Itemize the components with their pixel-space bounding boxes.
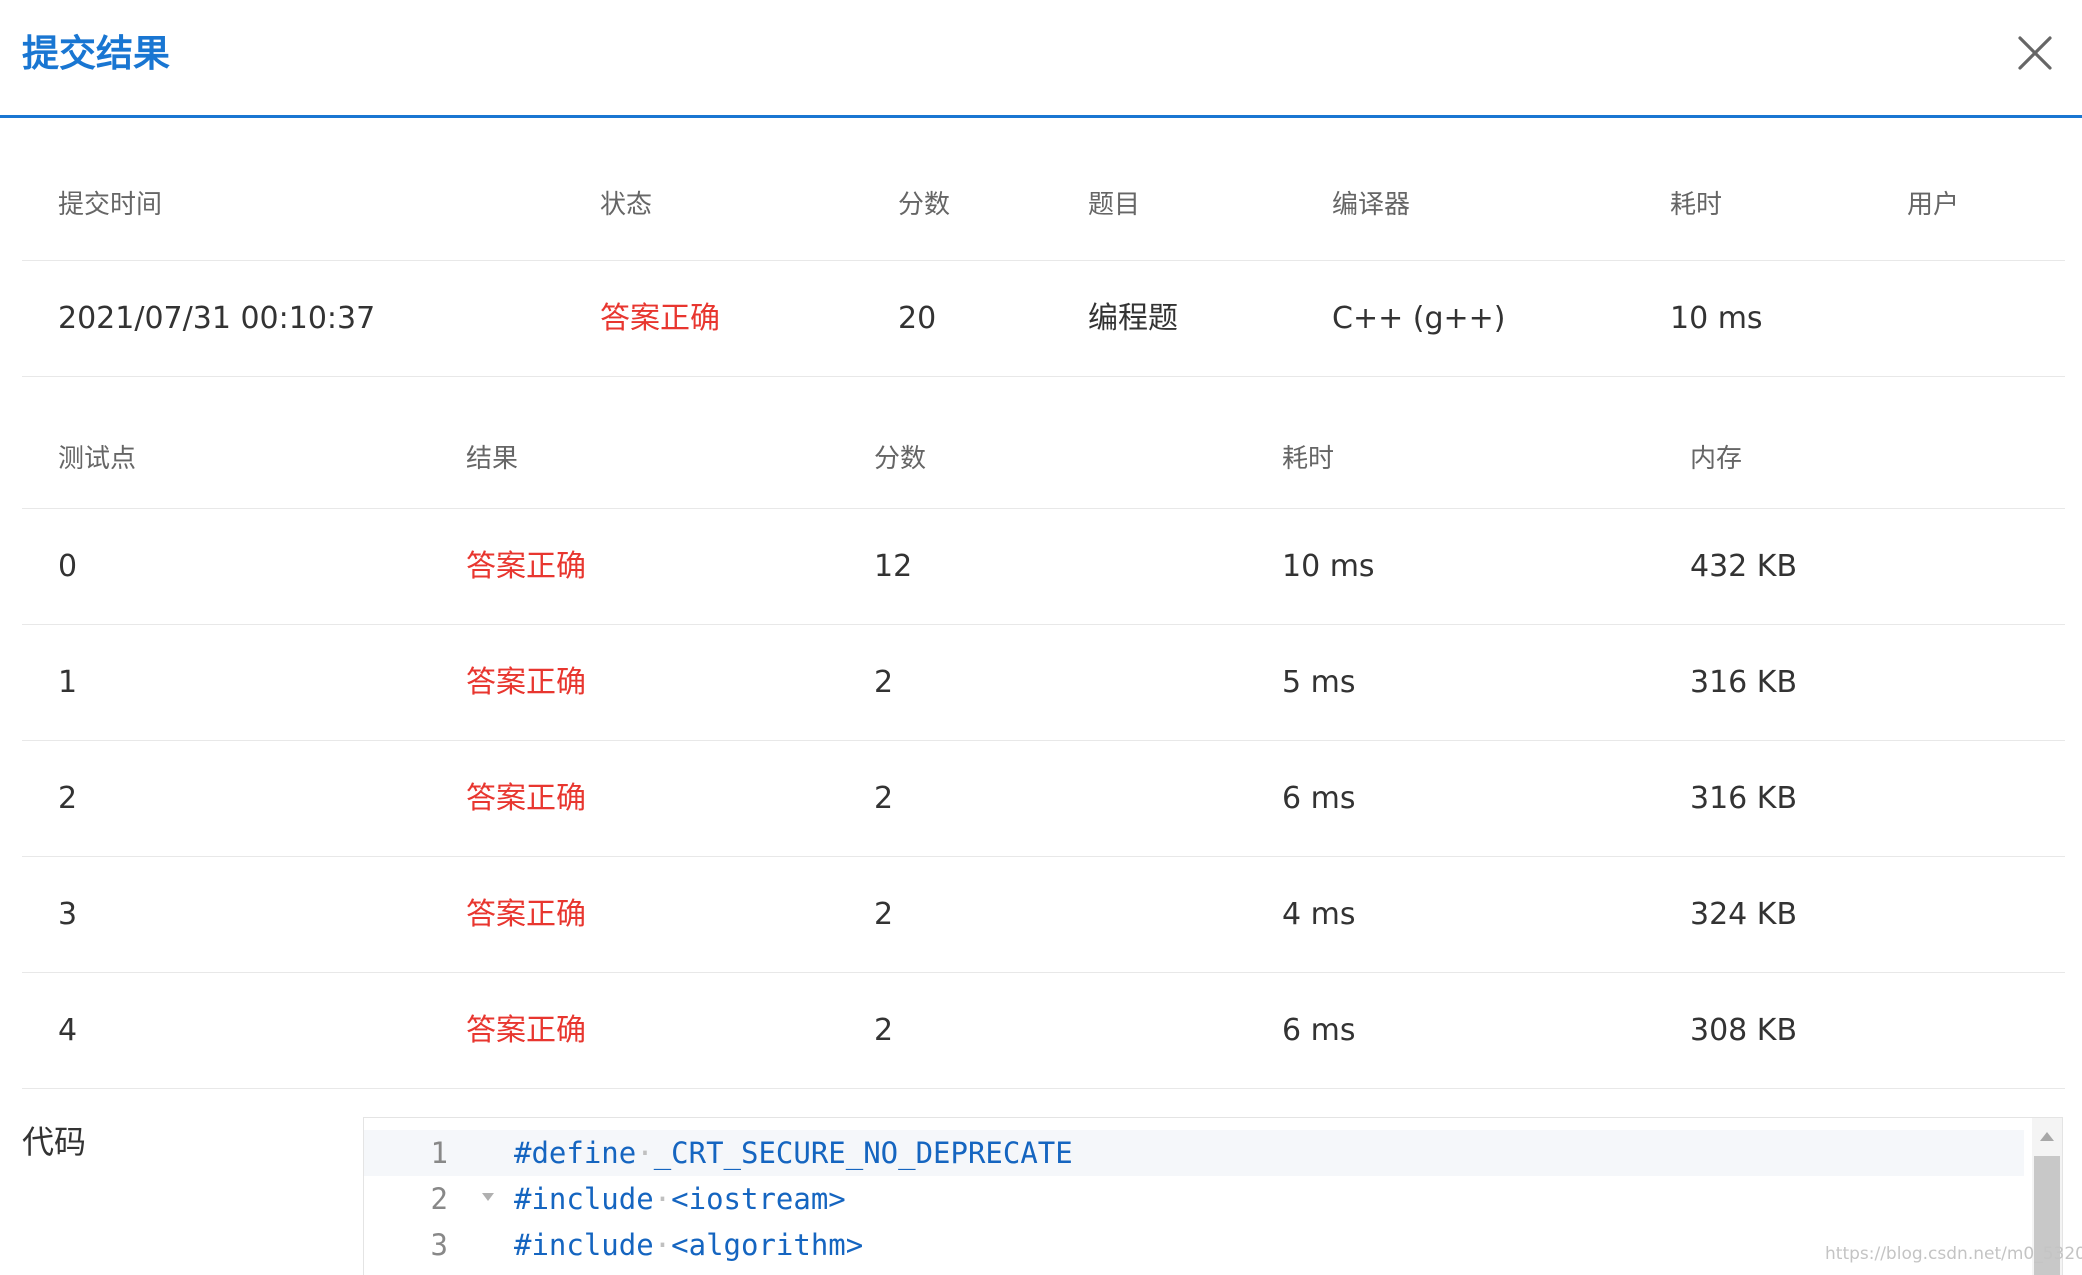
table-row: 1 答案正确 2 5 ms 316 KB [22, 625, 2065, 741]
test-score: 2 [874, 1013, 894, 1048]
code-line[interactable]: 2 #include·<iostream> [364, 1176, 2024, 1222]
line-number: 1 [430, 1136, 448, 1170]
code-rest: _CRT_SECURE_NO_DEPRECATE [653, 1136, 1073, 1170]
table-row: 0 答案正确 12 10 ms 432 KB [22, 509, 2065, 625]
test-result: 答案正确 [466, 897, 586, 932]
compiler: C++ (g++) [1332, 301, 1506, 336]
tests-header-row: 测试点 结果 分数 耗时 内存 [22, 377, 2065, 509]
status-text: 答案正确 [600, 301, 720, 336]
code-label: 代码 [22, 1123, 87, 1161]
code-text: #define·_CRT_SECURE_NO_DEPRECATE [514, 1136, 1073, 1170]
test-time: 6 ms [1282, 781, 1356, 816]
code-rest: <iostream> [671, 1182, 846, 1216]
code-line[interactable]: 3 #include·<algorithm> [364, 1222, 2024, 1268]
problem-link[interactable]: 编程题 [1088, 261, 1178, 377]
watermark: https://blog.csdn.net/m0_53209892 [1825, 1244, 2082, 1264]
header-problem: 题目 [1088, 190, 1141, 220]
test-time: 10 ms [1282, 549, 1375, 584]
header-submit-time: 提交时间 [58, 190, 163, 220]
close-icon [2018, 36, 2052, 70]
summary-row: 2021/07/31 00:10:37 答案正确 20 编程题 C++ (g++… [22, 261, 2065, 377]
submission-result-dialog: 提交结果 提交时间 状态 分数 题目 编译器 耗时 用户 2021/07/31 … [0, 0, 2082, 1275]
test-id: 2 [58, 781, 78, 816]
test-result: 答案正确 [466, 549, 586, 584]
test-score: 2 [874, 897, 894, 932]
header-duration: 耗时 [1670, 190, 1723, 220]
code-rest: <algorithm> [671, 1228, 864, 1262]
score: 20 [898, 301, 937, 336]
test-score: 2 [874, 781, 894, 816]
line-number: 3 [430, 1228, 448, 1262]
test-memory: 316 KB [1690, 781, 1798, 816]
line-number: 2 [430, 1182, 448, 1216]
test-result: 答案正确 [466, 781, 586, 816]
duration: 10 ms [1670, 301, 1763, 336]
test-points-table: 测试点 结果 分数 耗时 内存 0 答案正确 12 10 ms 432 KB 1… [22, 377, 2065, 1089]
header-status: 状态 [600, 190, 653, 220]
code-editor[interactable]: 1 #define·_CRT_SECURE_NO_DEPRECATE 2 #in… [363, 1117, 2063, 1275]
test-time: 6 ms [1282, 1013, 1356, 1048]
dialog-header: 提交结果 [0, 0, 2082, 118]
test-time: 4 ms [1282, 897, 1356, 932]
test-memory: 308 KB [1690, 1013, 1798, 1048]
code-keyword: #include [514, 1182, 654, 1216]
header-compiler: 编译器 [1332, 190, 1411, 220]
test-score: 2 [874, 665, 894, 700]
summary-header-row: 提交时间 状态 分数 题目 编译器 耗时 用户 [22, 150, 2065, 261]
summary-table: 提交时间 状态 分数 题目 编译器 耗时 用户 2021/07/31 00:10… [22, 150, 2065, 377]
test-id: 0 [58, 549, 78, 584]
test-result: 答案正确 [466, 665, 586, 700]
dialog-title: 提交结果 [22, 32, 170, 75]
test-id: 4 [58, 1013, 78, 1048]
submit-time: 2021/07/31 00:10:37 [58, 301, 376, 336]
table-row: 3 答案正确 2 4 ms 324 KB [22, 857, 2065, 973]
table-row: 4 答案正确 2 6 ms 308 KB [22, 973, 2065, 1089]
test-time: 5 ms [1282, 665, 1356, 700]
code-keyword: #include [514, 1228, 654, 1262]
table-row: 2 答案正确 2 6 ms 316 KB [22, 741, 2065, 857]
code-line[interactable]: 1 #define·_CRT_SECURE_NO_DEPRECATE [364, 1130, 2024, 1176]
test-memory: 432 KB [1690, 549, 1798, 584]
code-keyword: #define [514, 1136, 637, 1170]
code-text: #include·<iostream> [514, 1182, 846, 1216]
test-id: 3 [58, 897, 78, 932]
test-id: 1 [58, 665, 78, 700]
fold-toggle-icon[interactable] [482, 1193, 494, 1201]
code-text: #include·<algorithm> [514, 1228, 864, 1262]
close-button[interactable] [2016, 34, 2054, 72]
test-score: 12 [874, 549, 913, 584]
test-memory: 324 KB [1690, 897, 1798, 932]
header-score: 分数 [898, 190, 951, 220]
test-memory: 316 KB [1690, 665, 1798, 700]
scroll-up-arrow-icon[interactable] [2040, 1132, 2054, 1141]
header-user: 用户 [1907, 190, 1960, 220]
test-result: 答案正确 [466, 1013, 586, 1048]
